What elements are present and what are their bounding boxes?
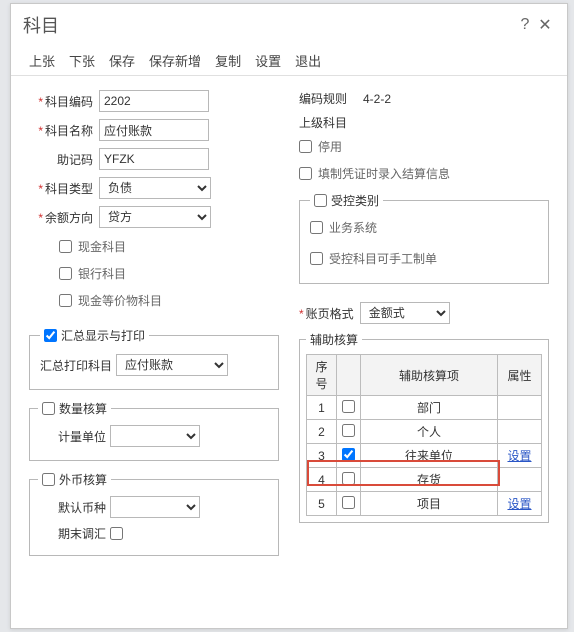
code-label: 科目编码 xyxy=(29,93,99,110)
summary-title: 汇总显示与打印 xyxy=(61,327,145,344)
table-row[interactable]: 3 往来单位设置 xyxy=(307,444,542,468)
ctrl-biz-label: 业务系统 xyxy=(329,219,377,236)
aux-row-no: 3 xyxy=(307,444,337,468)
table-row[interactable]: 1 部门 xyxy=(307,396,542,420)
code-input[interactable] xyxy=(99,90,209,112)
aux-row-item: 部门 xyxy=(361,396,498,420)
type-select[interactable]: 负债 xyxy=(99,177,211,199)
qty-checkbox[interactable] xyxy=(42,402,55,415)
subject-dialog: 科目 ? ✕ 上张 下张 保存 保存新增 复制 设置 退出 科目编码 科目名称 … xyxy=(10,3,568,629)
cash-label: 现金科目 xyxy=(78,238,126,255)
balance-label: 余额方向 xyxy=(29,209,99,226)
aux-row-item: 存货 xyxy=(361,468,498,492)
ctrl-manual-label: 受控科目可手工制单 xyxy=(329,250,437,267)
toolbar-settings[interactable]: 设置 xyxy=(255,51,281,70)
name-label: 科目名称 xyxy=(29,122,99,139)
toolbar-save[interactable]: 保存 xyxy=(109,51,135,70)
fx-checkbox[interactable] xyxy=(42,473,55,486)
right-column: 编码规则 4-2-2 上级科目 停用 填制凭证时录入结算信息 受控类别 xyxy=(299,90,549,566)
table-row[interactable]: 4 存货 xyxy=(307,468,542,492)
bank-checkbox[interactable] xyxy=(59,267,72,280)
summary-fieldset: 汇总显示与打印 汇总打印科目 应付账款 xyxy=(29,327,279,390)
aux-row-checkbox[interactable] xyxy=(342,472,355,485)
qty-title: 数量核算 xyxy=(59,400,107,417)
table-row[interactable]: 5 项目设置 xyxy=(307,492,542,516)
memo-label: 助记码 xyxy=(29,151,99,168)
ctrl-biz-checkbox[interactable] xyxy=(310,221,323,234)
aux-row-no: 5 xyxy=(307,492,337,516)
cashlike-checkbox[interactable] xyxy=(59,294,72,307)
fx-curr-label: 默认币种 xyxy=(58,499,106,516)
summary-print-select[interactable]: 应付账款 xyxy=(116,354,228,376)
ctrl-checkbox[interactable] xyxy=(314,194,327,207)
help-icon[interactable]: ? xyxy=(515,16,535,34)
fx-adj-checkbox[interactable] xyxy=(110,527,123,540)
parent-label: 上级科目 xyxy=(299,114,363,131)
fx-fieldset: 外币核算 默认币种 期末调汇 xyxy=(29,471,279,556)
aux-row-checkbox[interactable] xyxy=(342,448,355,461)
toolbar-prev[interactable]: 上张 xyxy=(29,51,55,70)
disabled-checkbox[interactable] xyxy=(299,140,312,153)
aux-title: 辅助核算 xyxy=(306,331,362,348)
disabled-label: 停用 xyxy=(318,138,342,155)
fx-adj-label: 期末调汇 xyxy=(58,525,106,542)
aux-col-attr: 属性 xyxy=(498,355,542,396)
toolbar-save-new[interactable]: 保存新增 xyxy=(149,51,201,70)
toolbar-copy[interactable]: 复制 xyxy=(215,51,241,70)
aux-row-no: 2 xyxy=(307,420,337,444)
ctrl-title: 受控类别 xyxy=(331,192,379,209)
summary-print-label: 汇总打印科目 xyxy=(40,357,112,374)
aux-row-checkbox[interactable] xyxy=(342,400,355,413)
aux-row-checkbox[interactable] xyxy=(342,496,355,509)
qty-unit-select[interactable] xyxy=(110,425,200,447)
table-row[interactable]: 2 个人 xyxy=(307,420,542,444)
titlebar: 科目 ? ✕ xyxy=(11,4,567,46)
aux-row-item: 个人 xyxy=(361,420,498,444)
format-label: 账页格式 xyxy=(299,305,354,322)
balance-select[interactable]: 贷方 xyxy=(99,206,211,228)
aux-col-chk xyxy=(337,355,361,396)
bank-label: 银行科目 xyxy=(78,265,126,282)
aux-row-checkbox[interactable] xyxy=(342,424,355,437)
summary-checkbox[interactable] xyxy=(44,329,57,342)
cash-checkbox[interactable] xyxy=(59,240,72,253)
aux-col-no: 序号 xyxy=(307,355,337,396)
ctrl-manual-checkbox[interactable] xyxy=(310,252,323,265)
fx-curr-select[interactable] xyxy=(110,496,200,518)
aux-col-item: 辅助核算项 xyxy=(361,355,498,396)
aux-row-no: 4 xyxy=(307,468,337,492)
voucher-label: 填制凭证时录入结算信息 xyxy=(318,165,450,182)
aux-row-item: 项目 xyxy=(361,492,498,516)
window-title: 科目 xyxy=(23,12,59,38)
form-body: 科目编码 科目名称 助记码 科目类型 负债 余额方向 贷方 xyxy=(11,76,567,566)
toolbar-exit[interactable]: 退出 xyxy=(295,51,321,70)
close-icon[interactable]: ✕ xyxy=(535,15,555,35)
name-input[interactable] xyxy=(99,119,209,141)
toolbar-next[interactable]: 下张 xyxy=(69,51,95,70)
type-label: 科目类型 xyxy=(29,180,99,197)
rule-value: 4-2-2 xyxy=(363,92,391,106)
left-column: 科目编码 科目名称 助记码 科目类型 负债 余额方向 贷方 xyxy=(29,90,279,566)
qty-unit-label: 计量单位 xyxy=(58,428,106,445)
qty-fieldset: 数量核算 计量单位 xyxy=(29,400,279,461)
rule-label: 编码规则 xyxy=(299,90,363,107)
aux-row-attr-link[interactable]: 设置 xyxy=(507,449,531,463)
aux-fieldset: 辅助核算 序号 辅助核算项 属性 1部门2个人3往来单位设置4存货5项目设置 xyxy=(299,331,549,523)
aux-row-attr-link[interactable]: 设置 xyxy=(507,497,531,511)
format-select[interactable]: 金额式 xyxy=(360,302,450,324)
fx-title: 外币核算 xyxy=(59,471,107,488)
toolbar: 上张 下张 保存 保存新增 复制 设置 退出 xyxy=(11,46,567,76)
aux-row-no: 1 xyxy=(307,396,337,420)
ctrl-fieldset: 受控类别 业务系统 受控科目可手工制单 xyxy=(299,192,549,284)
voucher-checkbox[interactable] xyxy=(299,167,312,180)
aux-row-item: 往来单位 xyxy=(361,444,498,468)
memo-input[interactable] xyxy=(99,148,209,170)
aux-table: 序号 辅助核算项 属性 1部门2个人3往来单位设置4存货5项目设置 xyxy=(306,354,542,516)
cashlike-label: 现金等价物科目 xyxy=(78,292,162,309)
